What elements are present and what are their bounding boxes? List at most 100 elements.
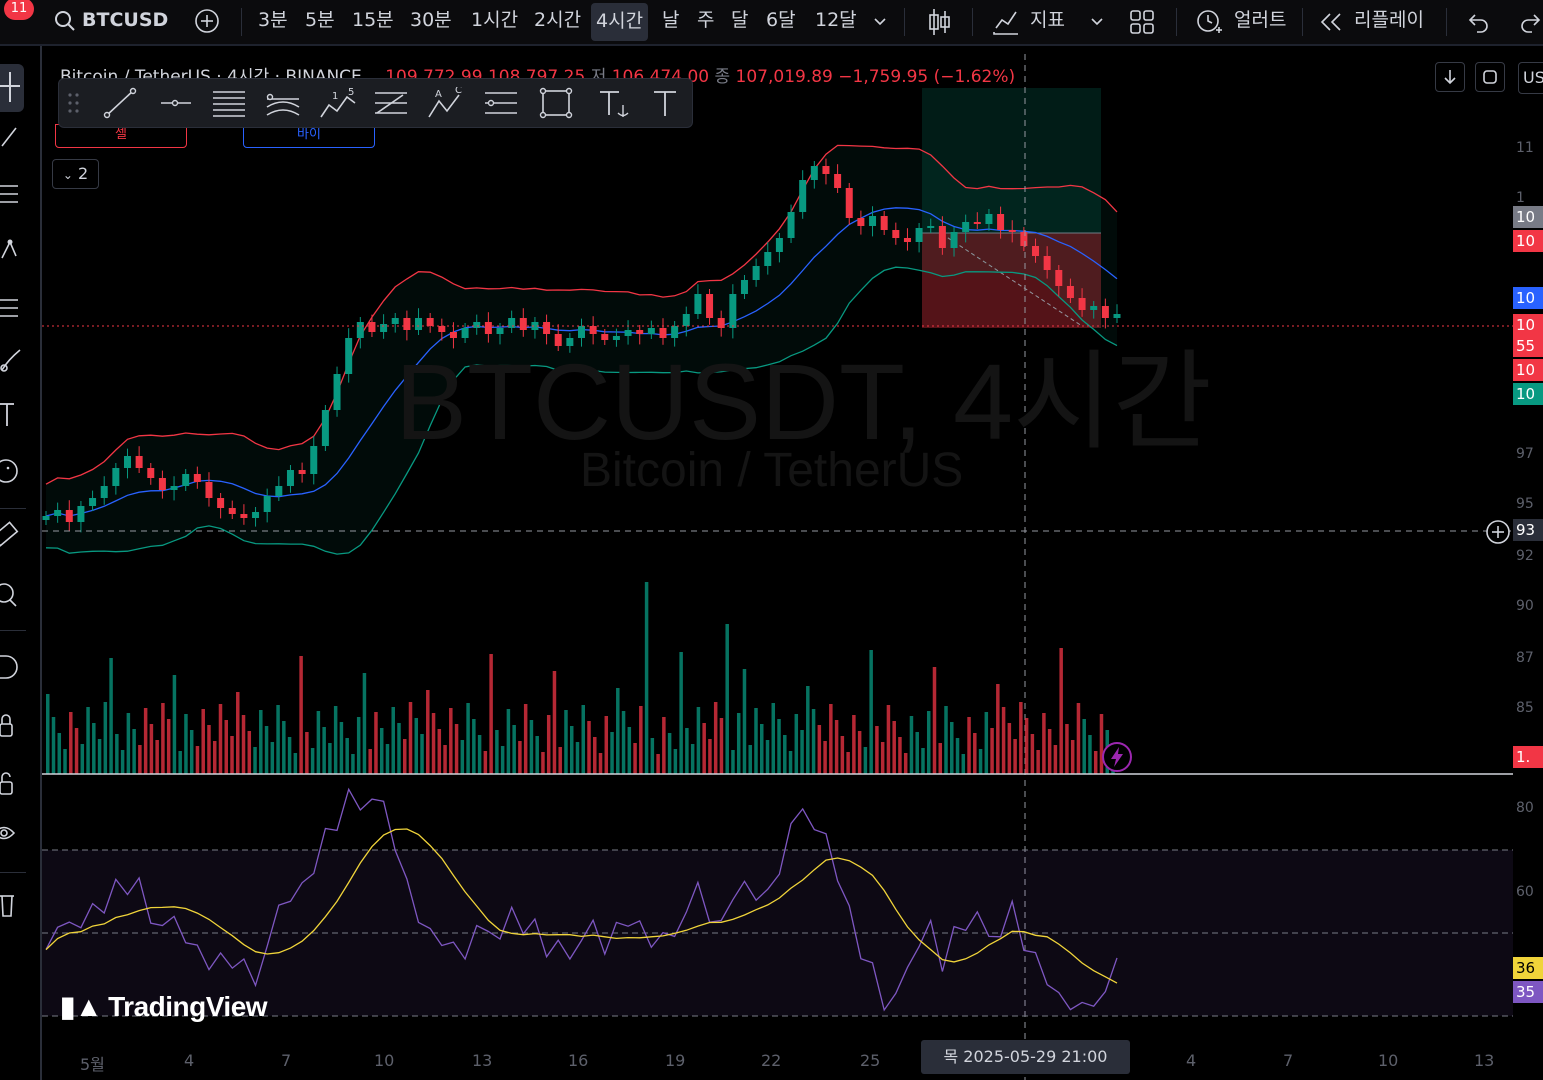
- price-axis-tag: 10: [1513, 314, 1543, 336]
- volume-bar: [143, 708, 148, 774]
- volume-bar: [1019, 702, 1023, 774]
- volume-bar: [253, 747, 257, 774]
- interval-10[interactable]: 6달: [766, 0, 796, 44]
- scroll-to-latest-button[interactable]: [1435, 62, 1465, 92]
- lightning-icon[interactable]: [1101, 741, 1133, 773]
- magnet-icon[interactable]: [0, 652, 30, 682]
- volume-bar: [702, 723, 706, 774]
- crosshair-icon[interactable]: [0, 72, 30, 102]
- emoji-icon[interactable]: [0, 456, 30, 486]
- interval-2[interactable]: 15분: [352, 0, 394, 44]
- candle-body: [89, 498, 97, 506]
- time-axis-label: 22: [761, 1051, 782, 1070]
- add-alert-plus-icon[interactable]: [1485, 519, 1511, 545]
- zoom-icon[interactable]: [0, 580, 30, 610]
- volume-bar: [558, 747, 562, 774]
- price-axis-label: 11: [1516, 140, 1534, 156]
- candle-body: [380, 324, 388, 332]
- symbol-search[interactable]: BTCUSD: [82, 0, 168, 44]
- volume-bar: [690, 744, 695, 774]
- fullscreen-button[interactable]: [1475, 62, 1505, 92]
- volume-bar: [230, 736, 234, 774]
- interval-5[interactable]: 2시간: [534, 0, 581, 44]
- indicators-button[interactable]: 지표: [1030, 0, 1065, 44]
- chevron-down-icon[interactable]: [1090, 15, 1104, 29]
- alert-clock-icon[interactable]: [1194, 6, 1224, 36]
- interval-8[interactable]: 주: [697, 0, 714, 44]
- volume-bar: [149, 724, 154, 774]
- interval-9[interactable]: 달: [731, 0, 748, 44]
- notification-badge[interactable]: 11: [4, 0, 34, 20]
- volume-bar: [915, 732, 919, 774]
- trend-line-icon[interactable]: [103, 87, 137, 119]
- volume-bar: [869, 650, 873, 774]
- volume-bar: [811, 709, 816, 774]
- volume-bar: [293, 753, 298, 774]
- candle-body: [205, 482, 213, 498]
- interval-0[interactable]: 3분: [258, 0, 288, 44]
- replay-icon[interactable]: [1318, 10, 1344, 34]
- alerts-button[interactable]: 얼러트: [1234, 0, 1286, 44]
- undo-icon[interactable]: [1465, 10, 1491, 34]
- collapse-indicators-button[interactable]: ⌄ 2: [52, 159, 99, 189]
- volume-bar: [846, 752, 850, 774]
- redo-icon[interactable]: [1518, 10, 1543, 34]
- abcd-pattern-icon[interactable]: AC: [427, 87, 465, 121]
- candle-body: [740, 280, 748, 294]
- brush-icon[interactable]: [0, 346, 30, 376]
- volume-bar: [138, 745, 142, 774]
- eye-icon[interactable]: [0, 818, 30, 848]
- volume-bar: [161, 703, 165, 774]
- volume-bar: [1013, 739, 1017, 774]
- text-icon[interactable]: [651, 87, 681, 119]
- volume-bar: [569, 726, 574, 774]
- prediction-icon[interactable]: [0, 292, 30, 322]
- search-icon[interactable]: [54, 10, 76, 32]
- replay-button[interactable]: 리플레이: [1354, 0, 1424, 44]
- volume-bar: [172, 675, 177, 774]
- chevron-down-icon[interactable]: [873, 15, 887, 29]
- fib-channel-icon[interactable]: [265, 87, 301, 119]
- volume-bar: [74, 728, 79, 774]
- interval-4[interactable]: 1시간: [471, 0, 518, 44]
- interval-1[interactable]: 5분: [305, 0, 335, 44]
- lock-icon[interactable]: [0, 770, 30, 800]
- long-position-icon[interactable]: [483, 87, 519, 119]
- pattern-icon[interactable]: [0, 236, 30, 266]
- ruler-icon[interactable]: [0, 520, 30, 550]
- time-axis-label: 10: [374, 1051, 395, 1070]
- drag-handle-icon[interactable]: [67, 91, 81, 115]
- indicators-icon[interactable]: [992, 8, 1020, 36]
- interval-6[interactable]: 4시간: [591, 3, 649, 41]
- price-chart[interactable]: [42, 54, 1513, 1080]
- elliott-wave-icon[interactable]: 15: [319, 87, 357, 121]
- interval-3[interactable]: 30분: [410, 0, 452, 44]
- price-axis-tag: 1.: [1513, 746, 1543, 768]
- volume-bar: [345, 738, 349, 774]
- fib-extension-icon[interactable]: [373, 87, 409, 119]
- interval-11[interactable]: 12달: [815, 0, 857, 44]
- fib-retracement-icon[interactable]: [0, 180, 30, 210]
- candle-body: [298, 470, 306, 474]
- parallel-channel-icon[interactable]: [211, 87, 247, 119]
- currency-label[interactable]: US: [1518, 62, 1543, 94]
- candlestick-type-icon[interactable]: [926, 7, 952, 37]
- candle-body: [1090, 306, 1098, 310]
- volume-bar: [426, 690, 430, 774]
- trash-icon[interactable]: [0, 890, 30, 920]
- price-axis-tag: 10: [1513, 359, 1543, 381]
- layouts-icon[interactable]: [1128, 8, 1156, 36]
- candle-body: [752, 266, 760, 280]
- volume-bar: [996, 684, 1000, 774]
- text-tool-icon[interactable]: [0, 400, 30, 430]
- interval-7[interactable]: 날: [662, 0, 679, 44]
- watermark-name: Bitcoin / TetherUS: [580, 444, 964, 497]
- lock-drawing-icon[interactable]: [0, 710, 30, 740]
- horizontal-ray-icon[interactable]: [159, 87, 193, 119]
- candle-body: [985, 214, 993, 224]
- trend-line-icon[interactable]: [0, 122, 30, 152]
- add-symbol-icon[interactable]: [194, 8, 220, 34]
- rectangle-icon[interactable]: [539, 87, 573, 119]
- anchored-text-icon[interactable]: [597, 87, 633, 119]
- volume-bar: [754, 708, 758, 774]
